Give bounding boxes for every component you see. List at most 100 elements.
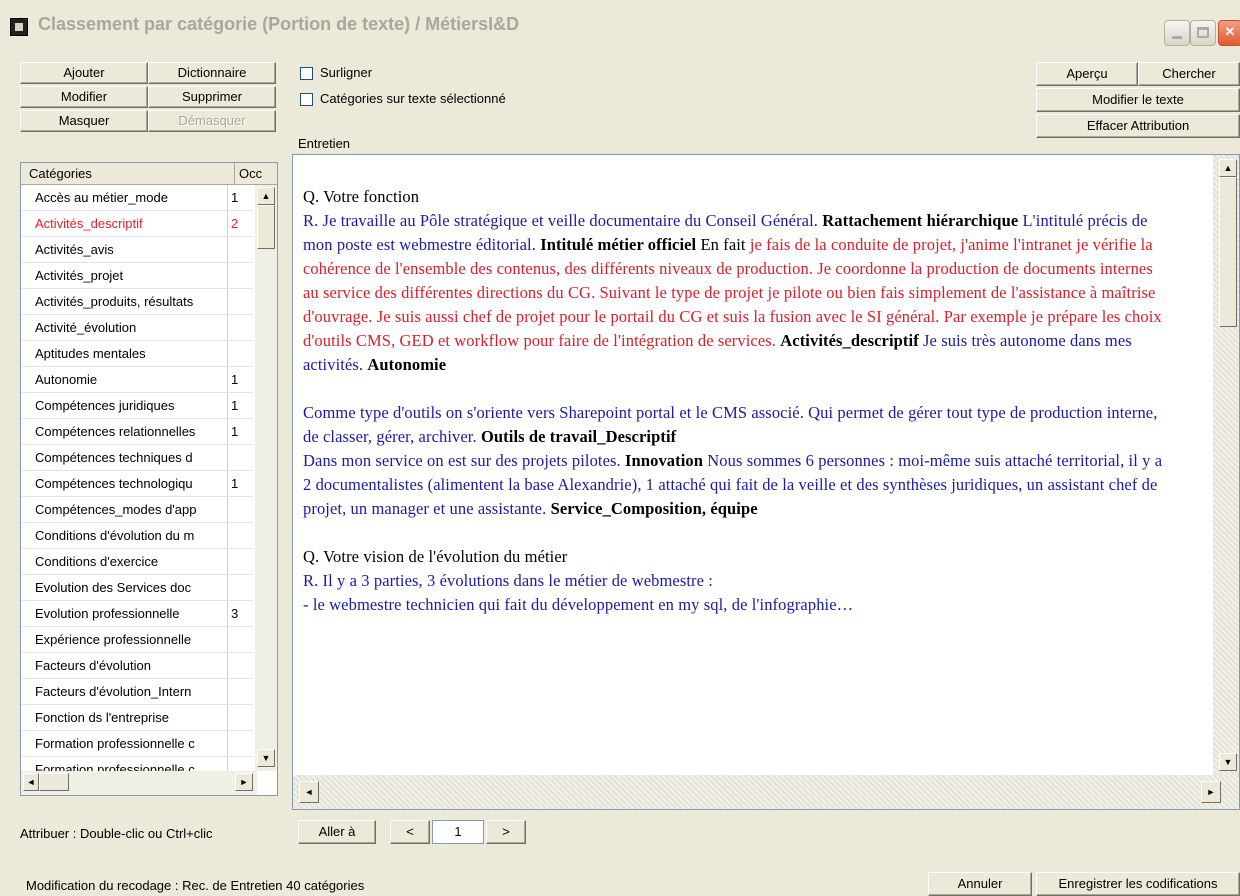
scroll-thumb[interactable]	[257, 205, 275, 249]
category-name: Formation professionnelle c	[35, 736, 195, 751]
text-scroll-thumb[interactable]	[1219, 177, 1237, 327]
answer-1-text-a: R. Je travaille au Pôle stratégique et v…	[303, 211, 823, 230]
category-row[interactable]: Activités_descriptif 2	[21, 211, 253, 237]
category-row[interactable]: Compétences technologiqu 1	[21, 471, 253, 497]
tag-activites-descriptif[interactable]: Activités_descriptif	[780, 331, 919, 350]
category-name: Facteurs d'évolution_Intern	[35, 684, 192, 699]
question-1: Q. Votre fonction	[303, 187, 420, 206]
scroll-right-button[interactable]: ►	[235, 773, 253, 791]
minimize-button[interactable]	[1164, 20, 1190, 46]
category-row[interactable]: Facteurs d'évolution_Intern	[21, 679, 253, 705]
tag-service-composition[interactable]: Service_Composition, équipe	[551, 499, 758, 518]
category-row[interactable]: Accès au métier_mode 1	[21, 185, 253, 211]
header-categories[interactable]: Catégories	[29, 166, 92, 181]
next-page-button[interactable]: >	[486, 820, 526, 844]
scroll-down-button[interactable]: ▼	[257, 749, 275, 767]
answer-1-text-c: En fait	[696, 235, 750, 254]
tag-intitule[interactable]: Intitulé métier officiel	[540, 235, 696, 254]
category-row[interactable]: Activités_avis	[21, 237, 253, 263]
category-row[interactable]: Fonction ds l'entreprise	[21, 705, 253, 731]
scroll-left-button[interactable]: ◄	[23, 773, 39, 791]
category-row[interactable]: Evolution des Services doc	[21, 575, 253, 601]
category-name: Activité_évolution	[35, 320, 137, 335]
category-name: Conditions d'évolution du m	[35, 528, 195, 543]
text-scroll-down-button[interactable]: ▼	[1219, 753, 1237, 771]
categories-list-header[interactable]: Catégories Occ	[21, 163, 277, 185]
category-row[interactable]: Compétences_modes d'app	[21, 497, 253, 523]
category-row[interactable]: Compétences techniques d	[21, 445, 253, 471]
category-name: Activités_avis	[35, 242, 114, 257]
window-title: Classement par catégorie (Portion de tex…	[38, 14, 520, 34]
ajouter-button[interactable]: Ajouter	[20, 62, 148, 84]
entretien-text[interactable]: Q. Votre fonction R. Je travaille au Pôl…	[303, 185, 1163, 617]
category-row[interactable]: Aptitudes mentales	[21, 341, 253, 367]
categories-list[interactable]: Catégories Occ Accès au métier_mode 1 Acti…	[20, 162, 278, 796]
category-occ: 2	[231, 216, 239, 231]
title-bar[interactable]: Classement par catégorie (Portion de tex…	[0, 0, 1240, 46]
category-name: Compétences technologiqu	[35, 476, 193, 491]
category-row[interactable]: Formation professionnelle c	[21, 731, 253, 757]
chercher-button[interactable]: Chercher	[1138, 62, 1240, 86]
enregistrer-button[interactable]: Enregistrer les codifications	[1036, 872, 1240, 896]
category-row[interactable]: Conditions d'exercice	[21, 549, 253, 575]
maximize-button[interactable]	[1190, 20, 1216, 46]
category-row[interactable]: Compétences juridiques 1	[21, 393, 253, 419]
masquer-button[interactable]: Masquer	[20, 110, 148, 132]
category-name: Accès au métier_mode	[35, 190, 168, 205]
effacer-attribution-button[interactable]: Effacer Attribution	[1036, 114, 1240, 138]
question-2: Q. Votre vision de l'évolution du métier	[303, 547, 568, 566]
category-row[interactable]: Activités_projet	[21, 263, 253, 289]
previous-page-button[interactable]: <	[390, 820, 430, 844]
category-name: Compétences_modes d'app	[35, 502, 197, 517]
close-button[interactable]: ✕	[1218, 20, 1240, 46]
text-scroll-up-button[interactable]: ▲	[1219, 159, 1237, 177]
categories-vertical-scrollbar[interactable]: ▲ ▼	[255, 185, 277, 771]
apercu-button[interactable]: Aperçu	[1036, 62, 1138, 86]
surligner-checkbox[interactable]	[300, 67, 313, 80]
categories-horizontal-scrollbar[interactable]: ◄ ►	[21, 771, 257, 795]
dictionnaire-button[interactable]: Dictionnaire	[148, 62, 276, 84]
entretien-label: Entretien	[298, 136, 351, 151]
category-row[interactable]: Autonomie 1	[21, 367, 253, 393]
category-name: Fonction ds l'entreprise	[35, 710, 169, 725]
text-horizontal-scrollbar[interactable]: ◄ ►	[293, 775, 1239, 809]
category-name: Conditions d'exercice	[35, 554, 159, 569]
category-row[interactable]: Expérience professionnelle	[21, 627, 253, 653]
page-number-field[interactable]: 1	[432, 820, 484, 844]
category-row[interactable]: Activité_évolution	[21, 315, 253, 341]
modifier-button[interactable]: Modifier	[20, 86, 148, 108]
status-bar: Modification du recodage : Rec. de Entre…	[0, 862, 1240, 896]
annuler-button[interactable]: Annuler	[928, 872, 1032, 896]
supprimer-button[interactable]: Supprimer	[148, 86, 276, 108]
modifier-texte-button[interactable]: Modifier le texte	[1036, 88, 1240, 112]
text-scroll-right-button[interactable]: ►	[1201, 781, 1221, 803]
text-vertical-scrollbar[interactable]: ▲ ▼	[1213, 155, 1239, 775]
category-name: Activités_projet	[35, 268, 124, 283]
horizontal-scroll-thumb[interactable]	[39, 773, 69, 791]
tag-autonomie[interactable]: Autonomie	[367, 355, 446, 374]
text-scroll-left-button[interactable]: ◄	[299, 781, 319, 803]
entretien-text-panel[interactable]: Q. Votre fonction R. Je travaille au Pôl…	[292, 154, 1240, 810]
category-occ: 1	[231, 476, 239, 491]
aller-a-button[interactable]: Aller à	[298, 820, 376, 844]
tag-outils[interactable]: Outils de travail_Descriptif	[481, 427, 676, 446]
paragraph-3-text-a: Dans mon service on est sur des projets …	[303, 451, 626, 470]
category-name: Compétences relationnelles	[35, 424, 196, 439]
category-occ: 1	[231, 424, 239, 439]
category-name: Evolution professionnelle	[35, 606, 180, 621]
status-message: Modification du recodage : Rec. de Entre…	[26, 878, 365, 893]
surligner-label: Surligner	[320, 65, 373, 80]
category-name: Compétences techniques d	[35, 450, 193, 465]
category-row[interactable]: Facteurs d'évolution	[21, 653, 253, 679]
category-row[interactable]: Conditions d'évolution du m	[21, 523, 253, 549]
tag-innovation[interactable]: Innovation	[625, 451, 703, 470]
categories-texte-checkbox[interactable]	[300, 93, 313, 106]
category-row[interactable]: Compétences relationnelles 1	[21, 419, 253, 445]
category-row[interactable]: Evolution professionnelle 3	[21, 601, 253, 627]
header-occ[interactable]: Occ	[234, 163, 274, 185]
category-row[interactable]: Activités_produits, résultats	[21, 289, 253, 315]
tag-rattachement[interactable]: Rattachement hiérarchique	[822, 211, 1018, 230]
scroll-up-button[interactable]: ▲	[257, 187, 275, 205]
category-name: Evolution des Services doc	[35, 580, 192, 595]
